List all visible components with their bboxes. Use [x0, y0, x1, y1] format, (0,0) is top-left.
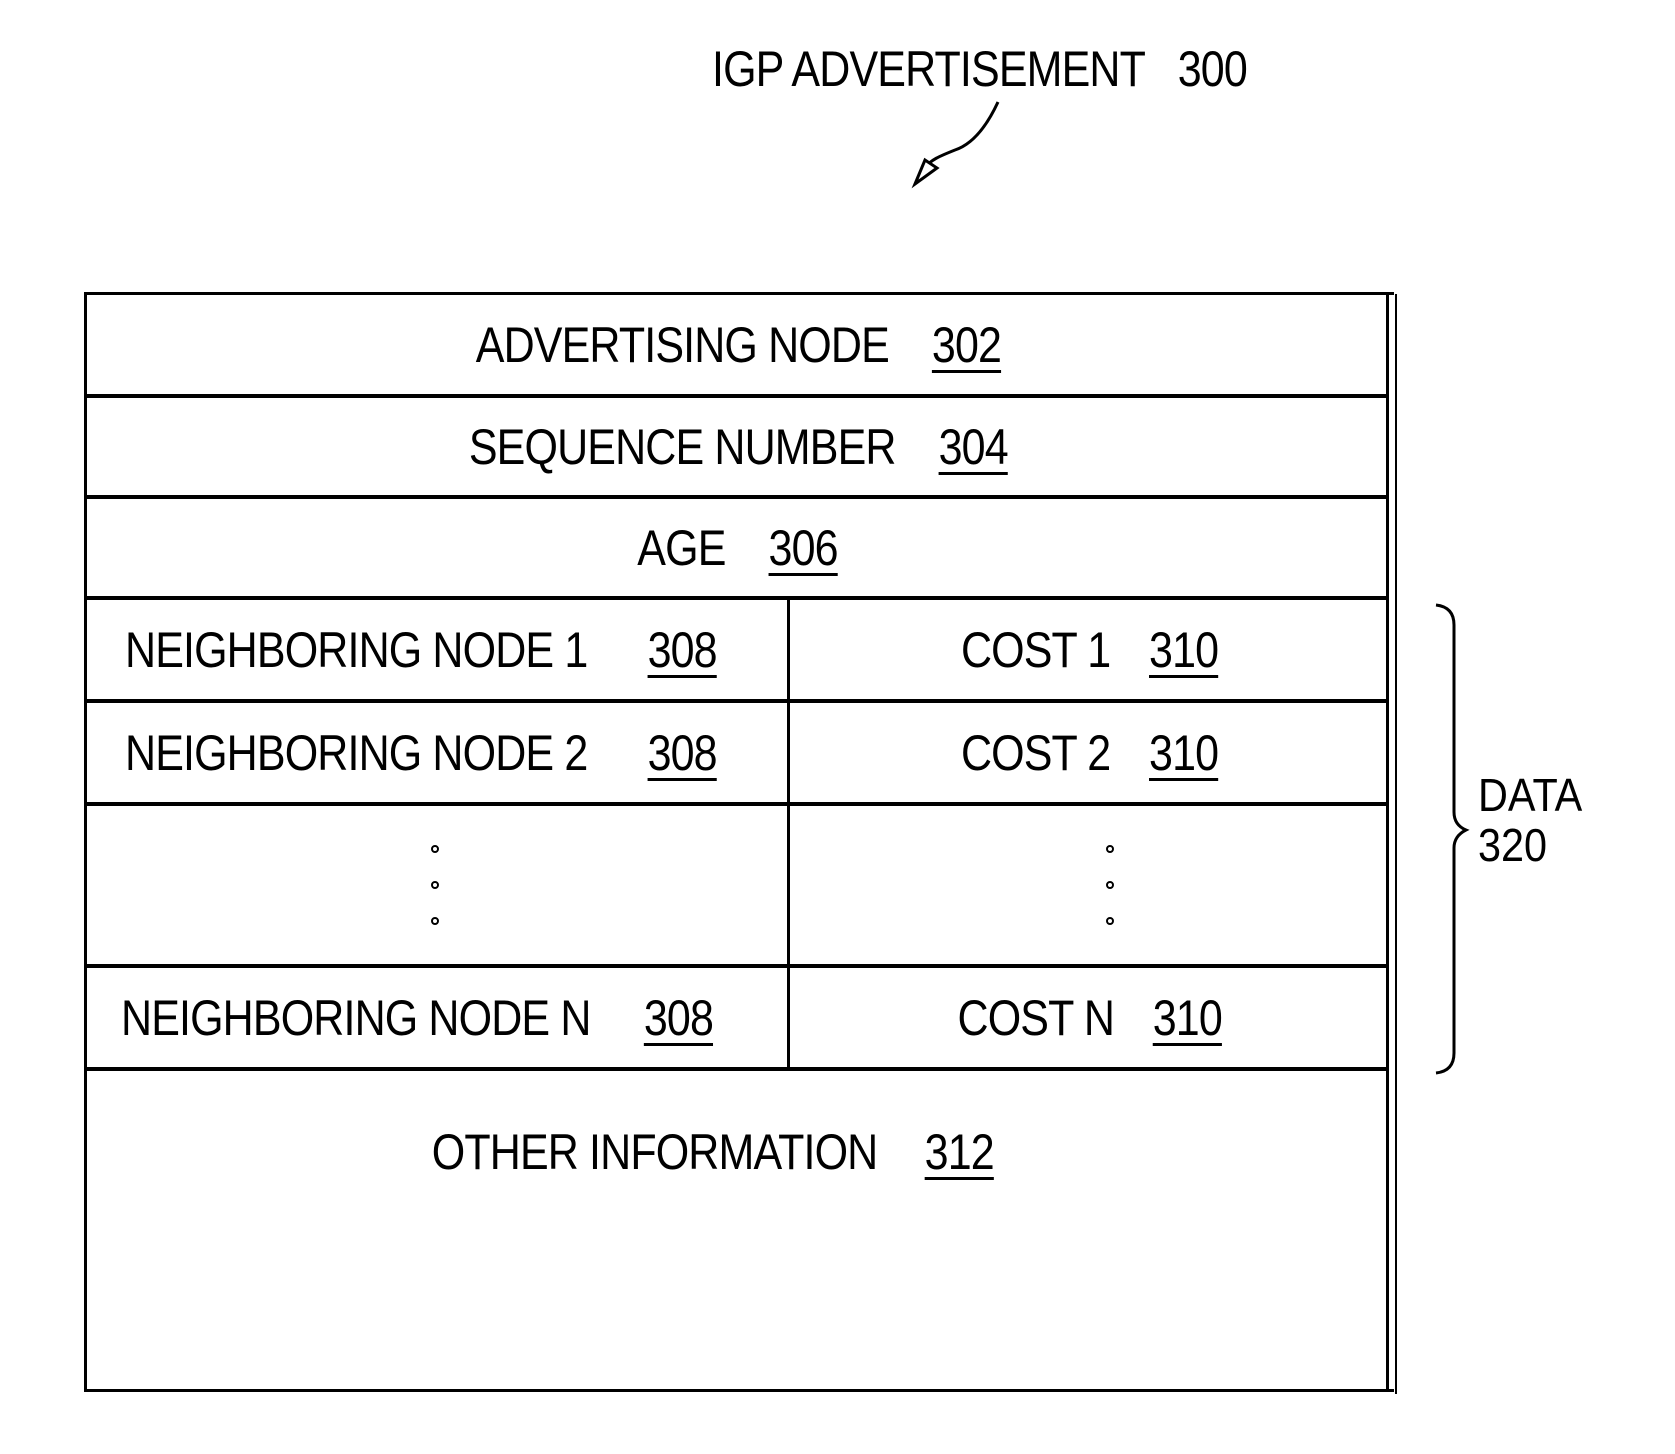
cost-ref: 310: [1148, 724, 1219, 781]
cell-neighboring-node-1: NEIGHBORING NODE 1 308: [87, 600, 790, 699]
data-brace-icon: [1435, 603, 1470, 1075]
cell-cost-ellipsis: [790, 806, 1389, 964]
field-label: SEQUENCE NUMBER: [468, 418, 897, 475]
data-brace-label: DATA 320: [1478, 770, 1582, 870]
field-ref: 304: [938, 418, 1008, 475]
node-label: NEIGHBORING NODE N: [121, 989, 591, 1046]
row-age: AGE 306: [87, 499, 1389, 600]
row-neighbor-2: NEIGHBORING NODE 2 308 COST 2 310: [87, 703, 1389, 806]
arrowhead-icon: [911, 157, 940, 189]
cost-label: COST 2: [960, 724, 1111, 781]
vertical-ellipsis-icon: [431, 845, 439, 925]
frame-right-edge: [1386, 294, 1389, 1392]
node-ref: 308: [647, 621, 718, 678]
cell-node-ellipsis: [87, 806, 790, 964]
pointer-arrow-icon: [923, 101, 1000, 169]
row-advertising-node: ADVERTISING NODE 302: [87, 295, 1389, 398]
node-label: NEIGHBORING NODE 2: [125, 724, 588, 781]
cost-ref: 310: [1148, 621, 1219, 678]
data-label-text: DATA: [1478, 769, 1583, 821]
row-sequence-number: SEQUENCE NUMBER 304: [87, 398, 1389, 499]
field-ref: 302: [931, 316, 1001, 373]
cost-label: COST 1: [960, 621, 1111, 678]
cost-ref: 310: [1152, 989, 1223, 1046]
advertisement-frame: ADVERTISING NODE 302 SEQUENCE NUMBER 304 A…: [84, 292, 1394, 1392]
node-ref: 308: [647, 724, 718, 781]
node-label: NEIGHBORING NODE 1: [125, 621, 588, 678]
row-neighbor-n: NEIGHBORING NODE N 308 COST N 310: [87, 968, 1389, 1071]
cost-label: COST N: [957, 989, 1114, 1046]
frame-shadow-edge: [1395, 294, 1397, 1394]
field-ref: 306: [769, 519, 839, 576]
field-sequence-number: SEQUENCE NUMBER 304: [468, 418, 1009, 476]
field-age: AGE 306: [637, 519, 839, 577]
row-neighbor-1: NEIGHBORING NODE 1 308 COST 1 310: [87, 600, 1389, 703]
cell-neighboring-node-2: NEIGHBORING NODE 2 308: [87, 703, 790, 802]
row-ellipsis: [87, 806, 1389, 968]
field-other-information: OTHER INFORMATION 312: [431, 1123, 995, 1181]
field-label: AGE: [637, 519, 727, 576]
field-label: OTHER INFORMATION: [431, 1124, 878, 1180]
field-label: ADVERTISING NODE: [475, 316, 889, 373]
node-ref: 308: [643, 989, 714, 1046]
row-other-information: OTHER INFORMATION 312: [87, 1071, 1389, 1389]
cell-cost-2: COST 2 310: [790, 703, 1389, 802]
cell-cost-1: COST 1 310: [790, 600, 1389, 699]
vertical-ellipsis-icon: [1105, 845, 1114, 925]
cell-cost-n: COST N 310: [790, 968, 1389, 1067]
field-ref: 312: [924, 1124, 995, 1180]
cell-neighboring-node-n: NEIGHBORING NODE N 308: [87, 968, 790, 1067]
data-label-ref: 320: [1478, 819, 1548, 871]
field-advertising-node: ADVERTISING NODE 302: [475, 316, 1001, 374]
